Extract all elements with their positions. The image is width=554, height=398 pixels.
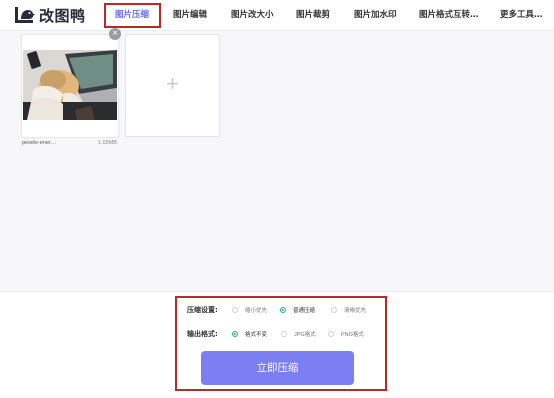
duck-logo-icon xyxy=(15,7,35,23)
add-image-button[interactable]: + xyxy=(125,34,220,137)
nav-image-format-convert[interactable]: 图片格式互转… xyxy=(419,6,479,24)
option-keep-format[interactable]: 格式不变 xyxy=(232,330,267,338)
radio-icon xyxy=(281,331,287,337)
radio-icon xyxy=(232,307,238,313)
radio-checked-icon xyxy=(232,331,238,337)
option-label: 格式不变 xyxy=(245,332,268,338)
file-name: pexels-ener… xyxy=(22,140,57,146)
uploaded-image-card[interactable] xyxy=(21,34,119,138)
close-icon: × xyxy=(112,28,118,39)
option-png-format[interactable]: PNG格式 xyxy=(328,330,364,338)
option-label: JPG格式 xyxy=(294,332,316,338)
compress-now-button[interactable]: 立即压缩 xyxy=(201,351,354,385)
option-label: PNG格式 xyxy=(341,332,364,338)
compress-settings-label: 压缩设置: xyxy=(187,306,218,314)
radio-icon xyxy=(328,331,334,337)
logo[interactable]: 改图鸭 xyxy=(14,5,86,25)
option-jpg-format[interactable]: JPG格式 xyxy=(281,330,316,338)
output-format-label: 输出格式: xyxy=(187,330,218,338)
remove-image-button[interactable]: × xyxy=(109,28,121,40)
option-label: 清晰优先 xyxy=(344,308,367,314)
nav-image-edit[interactable]: 图片编辑 xyxy=(173,6,207,24)
option-label: 缩小优先 xyxy=(245,308,268,314)
nav-image-crop[interactable]: 图片裁剪 xyxy=(296,6,330,24)
nav-image-watermark[interactable]: 图片加水印 xyxy=(354,6,397,24)
option-shrink-first[interactable]: 缩小优先 xyxy=(232,306,267,314)
plus-icon: + xyxy=(166,71,179,96)
nav-more-tools[interactable]: 更多工具… xyxy=(500,6,543,24)
person-at-desk-photo xyxy=(23,50,117,120)
option-label: 普通压缩 xyxy=(293,308,316,314)
radio-icon xyxy=(331,307,337,313)
file-size: 1.65MB xyxy=(98,140,117,146)
option-normal-compress[interactable]: 普通压缩 xyxy=(280,306,315,314)
option-clarity-first[interactable]: 清晰优先 xyxy=(331,306,366,314)
image-thumbnail xyxy=(23,50,117,120)
top-header: 改图鸭 图片压缩 图片编辑 图片改大小 图片裁剪 图片加水印 图片格式互转… 更… xyxy=(0,0,554,31)
radio-checked-icon xyxy=(280,307,286,313)
brand-name: 改图鸭 xyxy=(39,6,86,25)
nav-image-resize[interactable]: 图片改大小 xyxy=(231,6,274,24)
nav-image-compress[interactable]: 图片压缩 xyxy=(115,6,149,24)
